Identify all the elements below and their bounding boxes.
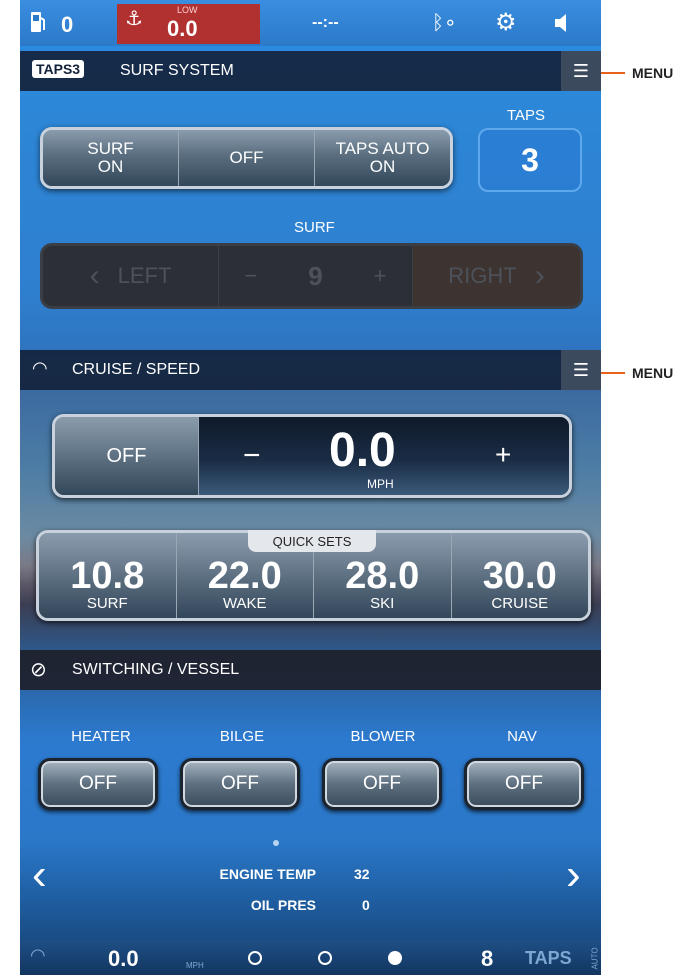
surf-plus-button[interactable]: + bbox=[374, 263, 387, 289]
menu-icon: ☰ bbox=[572, 60, 590, 81]
quick-sets-tab: QUICK SETS bbox=[248, 530, 376, 552]
quick-set-label: SURF bbox=[86, 595, 128, 612]
surf-right-label: RIGHT bbox=[448, 263, 517, 288]
time-display: --:-- bbox=[312, 14, 339, 31]
heater-switch[interactable]: OFF bbox=[38, 758, 158, 810]
speed-value: 0.0 bbox=[329, 424, 396, 477]
page-dot-2[interactable] bbox=[318, 951, 332, 965]
surf-menu-button[interactable]: ☰ bbox=[561, 51, 601, 91]
bottom-speed-unit: MPH bbox=[186, 961, 204, 970]
nav-switch[interactable]: OFF bbox=[464, 758, 584, 810]
status-bar: 0 ⚓ LOW 0.0 --:-- ᛒ∘ ⚙ bbox=[20, 0, 601, 46]
surf-on-button[interactable]: SURF ON bbox=[43, 130, 179, 186]
depth-alarm[interactable]: ⚓ LOW 0.0 bbox=[117, 4, 260, 44]
cruise-off-button[interactable]: OFF bbox=[55, 417, 199, 495]
quick-set-surf[interactable]: 10.8 SURF bbox=[39, 533, 177, 618]
surf-left-button[interactable]: ‹ LEFT bbox=[43, 246, 218, 306]
gear-icon[interactable]: ⚙ bbox=[495, 8, 517, 37]
chevron-left-icon: ‹ bbox=[89, 259, 100, 292]
surf-minus-button[interactable]: − bbox=[244, 263, 257, 289]
menu-icon: ☰ bbox=[572, 359, 590, 380]
surf-system-header: TAPS3 SURF SYSTEM ☰ bbox=[20, 51, 601, 91]
mode-label-top: TAPS AUTO bbox=[335, 139, 430, 158]
page-indicator bbox=[273, 840, 279, 846]
engine-temp-label: ENGINE TEMP bbox=[219, 866, 316, 882]
menu-callout-2: MENU bbox=[632, 365, 674, 381]
oil-pres-label: OIL PRES bbox=[250, 897, 316, 913]
bluetooth-icon[interactable]: ᛒ∘ bbox=[432, 10, 457, 35]
quick-set-value: 10.8 bbox=[70, 555, 145, 597]
quick-set-value: 22.0 bbox=[207, 555, 282, 597]
surf-wave-value: 9 bbox=[308, 260, 323, 291]
switching-header: ⊘ SWITCHING / VESSEL bbox=[20, 650, 601, 690]
surf-side-control: ‹ LEFT − 9 + RIGHT › bbox=[40, 243, 583, 309]
speaker-icon[interactable] bbox=[553, 12, 571, 34]
fuel-value: 0 bbox=[61, 12, 74, 37]
blower-label: BLOWER bbox=[350, 728, 416, 745]
surf-off-button[interactable]: OFF bbox=[179, 130, 315, 186]
bottom-speed-value: 0.0 bbox=[108, 946, 139, 971]
depth-low-label: LOW bbox=[177, 5, 198, 15]
gauge-next-button[interactable]: › bbox=[566, 853, 581, 897]
surf-wave-adjust: − 9 + bbox=[218, 246, 413, 306]
gauge-prev-button[interactable]: ‹ bbox=[32, 853, 47, 897]
quick-set-value: 28.0 bbox=[345, 555, 420, 597]
page-dot-1[interactable] bbox=[248, 951, 262, 965]
menu-callout-1: MENU bbox=[632, 65, 674, 81]
anchor-icon: ⚓ bbox=[125, 8, 143, 30]
mode-label-bottom: ON bbox=[97, 157, 124, 176]
nav-label: NAV bbox=[507, 728, 537, 745]
speed-unit: MPH bbox=[367, 477, 394, 491]
helm-display: 0 ⚓ LOW 0.0 --:-- ᛒ∘ ⚙ TAPS3 SURF SYSTEM… bbox=[20, 0, 601, 975]
cruise-speed-title: CRUISE / SPEED bbox=[72, 361, 201, 378]
surf-system-title: SURF SYSTEM bbox=[120, 62, 234, 79]
menu-callout-line-2 bbox=[601, 372, 625, 374]
surf-right-button[interactable]: RIGHT › bbox=[413, 246, 580, 306]
bilge-label: BILGE bbox=[219, 728, 265, 745]
mode-label-bottom: OFF bbox=[229, 148, 264, 167]
engine-temp-value: 32 bbox=[354, 866, 370, 882]
bottom-taps-value: 8 bbox=[481, 946, 494, 971]
link-icon: ⊘ bbox=[30, 659, 47, 681]
page-dot-3-active[interactable] bbox=[388, 951, 402, 965]
fuel-icon bbox=[31, 12, 45, 32]
blower-switch[interactable]: OFF bbox=[322, 758, 442, 810]
chevron-right-icon: › bbox=[534, 259, 545, 292]
mode-label-top: SURF bbox=[87, 139, 134, 158]
bottom-taps-label: TAPS bbox=[525, 948, 572, 968]
switching-title: SWITCHING / VESSEL bbox=[72, 661, 240, 678]
quick-set-label: WAKE bbox=[222, 595, 267, 612]
quick-set-cruise[interactable]: 30.0 CRUISE bbox=[451, 533, 588, 618]
quick-set-label: CRUISE bbox=[491, 595, 549, 612]
oil-pres-value: 0 bbox=[362, 897, 370, 913]
surf-left-label: LEFT bbox=[117, 263, 172, 288]
cruise-speed-header: ◠ CRUISE / SPEED ☰ bbox=[20, 350, 601, 390]
taps-logo: TAPS3 bbox=[32, 60, 85, 78]
taps-level-button[interactable]: 3 bbox=[478, 128, 582, 192]
menu-callout-line-1 bbox=[601, 72, 625, 74]
speed-plus-button[interactable]: + bbox=[495, 439, 511, 471]
cruise-speed-control: OFF − 0.0 MPH + bbox=[52, 414, 572, 498]
surf-label: SURF bbox=[294, 219, 335, 236]
speedometer-icon: ◠ bbox=[32, 358, 48, 378]
bottom-auto-label: AUTO bbox=[590, 947, 600, 970]
taps-label: TAPS bbox=[507, 107, 546, 124]
bottom-bar: ◠ 0.0 MPH 8 TAPS AUTO bbox=[20, 940, 601, 975]
surf-mode-selector: SURF ON OFF TAPS AUTO ON bbox=[40, 127, 453, 189]
bilge-switch[interactable]: OFF bbox=[180, 758, 300, 810]
quick-set-value: 30.0 bbox=[482, 555, 557, 597]
speedometer-icon: ◠ bbox=[30, 945, 46, 965]
taps-auto-button[interactable]: TAPS AUTO ON bbox=[315, 130, 450, 186]
depth-value: 0.0 bbox=[167, 16, 198, 41]
speed-setpoint: − 0.0 MPH + bbox=[199, 417, 569, 495]
quick-set-label: SKI bbox=[370, 595, 395, 612]
mode-label-bottom: ON bbox=[369, 157, 396, 176]
heater-label: HEATER bbox=[71, 728, 131, 745]
speed-minus-button[interactable]: − bbox=[243, 439, 261, 473]
cruise-menu-button[interactable]: ☰ bbox=[561, 350, 601, 390]
